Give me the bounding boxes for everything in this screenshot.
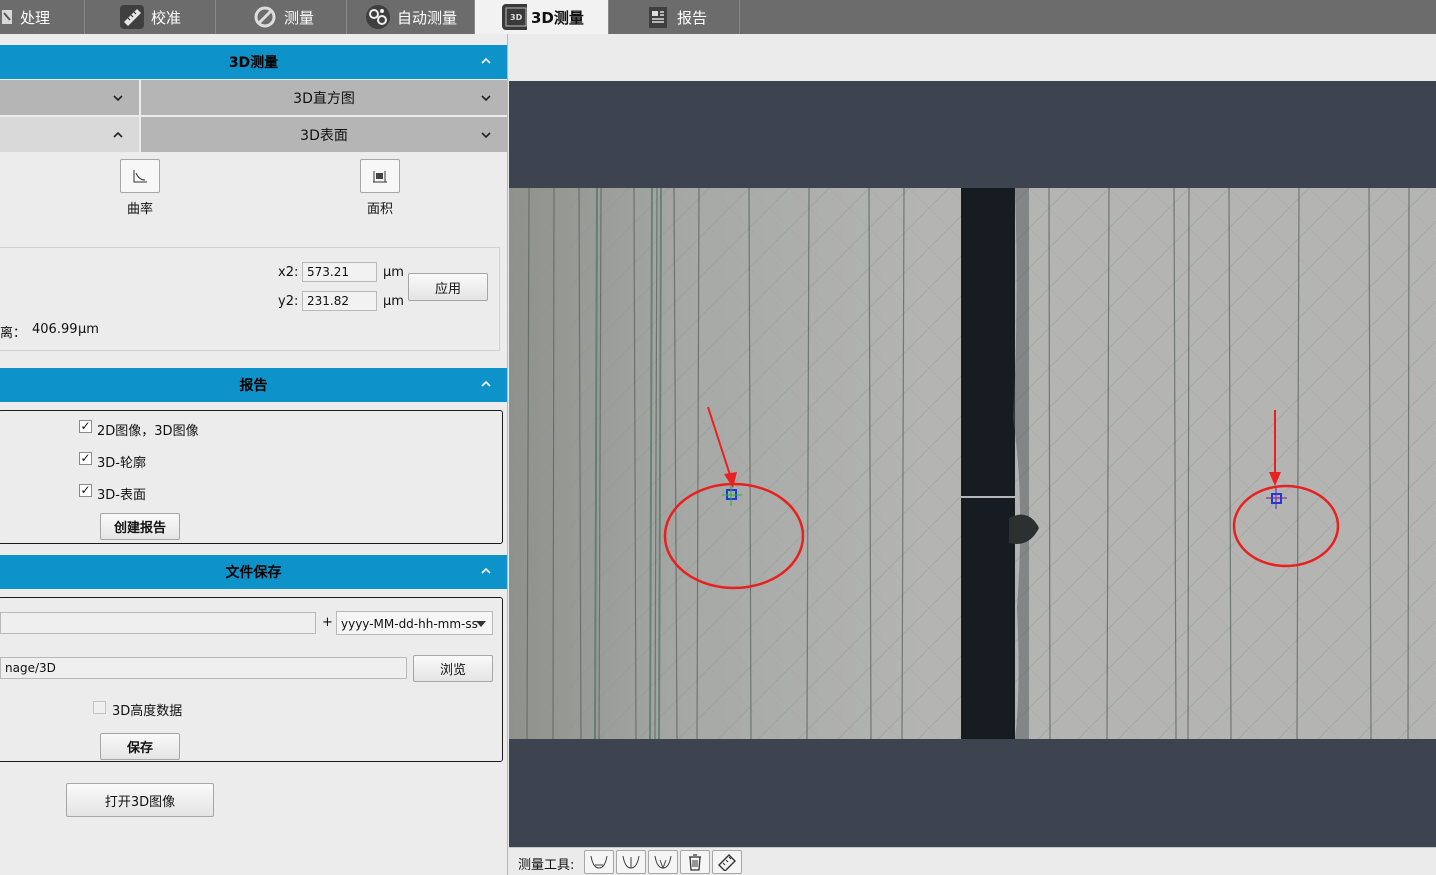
tab-measure[interactable]: 测量	[216, 0, 347, 34]
tab-label: 3D测量	[531, 8, 584, 27]
collapsible-row-left-2[interactable]	[0, 117, 139, 152]
x2-label: x2:	[278, 265, 299, 280]
curve-tool-3-icon	[654, 855, 672, 870]
report-option-label: 3D-表面	[97, 488, 146, 503]
curve-tool-2-icon	[622, 855, 640, 869]
tab-calibrate[interactable]: 校准	[85, 0, 216, 34]
3d-icon: 3D	[501, 4, 527, 30]
curvature-icon	[133, 170, 147, 183]
curve-tool-3-button[interactable]	[648, 850, 678, 874]
row-label: 3D表面	[300, 127, 348, 144]
gears-icon	[365, 4, 391, 30]
height-data-checkbox[interactable]	[93, 701, 106, 714]
section-header-report[interactable]: 报告	[0, 368, 507, 402]
x2-unit: μm	[383, 265, 404, 280]
report-option-label: 3D-轮廓	[97, 456, 146, 471]
ruler-tool-button[interactable]	[712, 850, 742, 874]
curve-tool-1-icon	[590, 855, 608, 869]
toolbar-label: 测量工具:	[518, 858, 575, 873]
microscope-image-canvas	[509, 188, 1436, 739]
section-header-file-save[interactable]: 文件保存	[0, 555, 507, 589]
dropdown-arrow-icon	[476, 621, 486, 627]
curve-tool-1-button[interactable]	[584, 850, 614, 874]
plus-label: +	[322, 615, 333, 630]
row-label: 3D直方图	[293, 90, 355, 107]
tab-report[interactable]: 报告	[609, 0, 740, 34]
process-icon	[0, 4, 16, 30]
y2-label: y2:	[278, 294, 299, 309]
distance-value: 406.99	[32, 322, 78, 337]
tab-label: 处理	[20, 8, 51, 27]
tab-label: 自动测量	[397, 8, 458, 27]
tab-auto-measure[interactable]: 自动测量	[347, 0, 475, 34]
chevron-down-icon	[481, 132, 491, 139]
report-option-checkbox-1[interactable]	[79, 420, 92, 433]
report-icon	[645, 4, 671, 30]
y2-unit: μm	[383, 294, 404, 309]
curvature-button[interactable]	[120, 159, 160, 193]
distance-unit: μm	[78, 322, 99, 337]
tab-label: 测量	[284, 8, 315, 27]
area-icon	[373, 171, 387, 183]
x2-field[interactable]: 573.21	[302, 262, 377, 282]
chevron-down-icon	[481, 95, 491, 102]
save-path-field[interactable]: nage/3D	[0, 657, 407, 679]
tab-process[interactable]: 处理	[0, 0, 85, 34]
microscope-image[interactable]	[509, 188, 1436, 739]
chevron-up-icon	[481, 567, 491, 574]
area-label: 面积	[367, 202, 394, 217]
date-format-select[interactable]: yyyy-MM-dd-hh-mm-ss	[336, 611, 493, 635]
curvature-label: 曲率	[127, 202, 154, 217]
report-options-box	[0, 410, 503, 544]
tab-label: 校准	[151, 8, 182, 27]
ruler-tool-icon	[718, 854, 736, 871]
section-header-3d-measure[interactable]: 3D测量	[0, 45, 507, 79]
section-title: 文件保存	[225, 565, 282, 581]
chevron-up-icon	[113, 131, 123, 138]
report-option-checkbox-2[interactable]	[79, 452, 92, 465]
trash-icon	[689, 854, 701, 871]
measure-toolbar: 测量工具:	[509, 847, 1436, 875]
tab-bar: 处理 校准 测量 自动测量 3D 3D测量 报告	[0, 0, 1436, 34]
chevron-down-icon	[113, 95, 123, 102]
date-format-value: yyyy-MM-dd-hh-mm-ss	[341, 617, 478, 631]
report-option-checkbox-3[interactable]	[79, 484, 92, 497]
report-option-label: 2D图像，3D图像	[97, 424, 199, 439]
filename-prefix-field[interactable]	[0, 612, 316, 634]
open-3d-image-button[interactable]: 打开3D图像	[66, 783, 214, 817]
section-title: 报告	[239, 378, 268, 394]
create-report-button[interactable]: 创建报告	[100, 513, 180, 540]
chevron-up-icon	[481, 57, 491, 64]
height-data-label: 3D高度数据	[112, 704, 183, 719]
collapsible-3d-histogram[interactable]: 3D直方图	[141, 80, 507, 115]
chevron-up-icon	[481, 380, 491, 387]
curve-tool-2-button[interactable]	[616, 850, 646, 874]
svg-text:3D: 3D	[510, 13, 523, 22]
tab-3d-measure[interactable]: 3D 3D测量	[475, 0, 609, 34]
ruler-icon	[119, 4, 145, 30]
collapsible-row-left-1[interactable]	[0, 80, 139, 115]
viewer-header	[509, 34, 1436, 81]
save-button[interactable]: 保存	[100, 733, 180, 760]
distance-label: 离：	[0, 326, 27, 341]
section-title: 3D测量	[228, 55, 279, 71]
delete-button[interactable]	[680, 850, 710, 874]
area-button[interactable]	[360, 159, 400, 193]
tab-label: 报告	[677, 8, 708, 27]
y2-field[interactable]: 231.82	[302, 291, 377, 311]
browse-button[interactable]: 浏览	[413, 655, 493, 682]
collapsible-3d-surface[interactable]: 3D表面	[141, 117, 507, 152]
measure-icon	[252, 4, 278, 30]
apply-button[interactable]: 应用	[408, 273, 488, 301]
